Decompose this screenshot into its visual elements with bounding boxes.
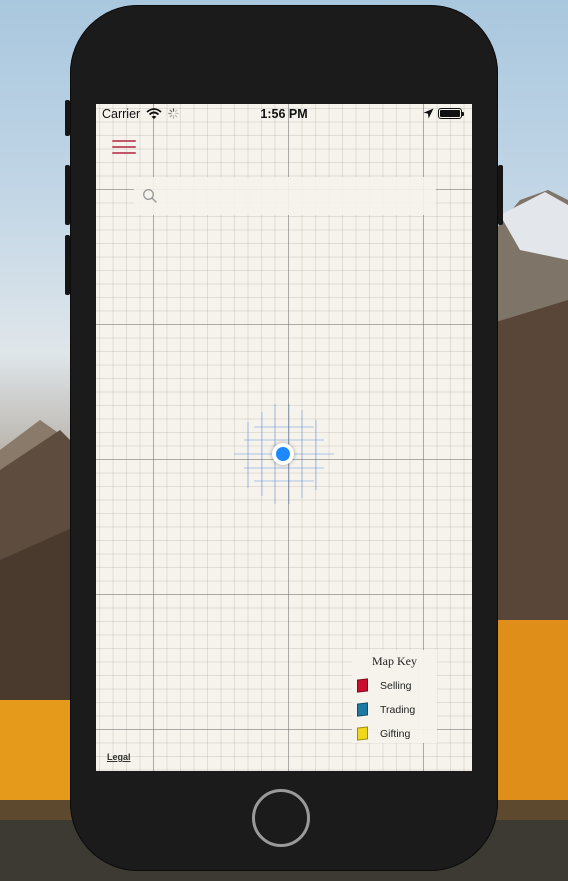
battery-icon bbox=[438, 108, 464, 119]
location-arrow-icon bbox=[423, 108, 434, 119]
book-icon-red bbox=[357, 678, 368, 693]
map-key-item-selling: Selling bbox=[352, 676, 437, 696]
map-key-item-trading: Trading bbox=[352, 700, 437, 720]
search-icon bbox=[143, 189, 157, 203]
home-button[interactable] bbox=[252, 789, 310, 847]
map-key-label: Selling bbox=[380, 680, 412, 692]
status-bar: Carrier 1:56 PM bbox=[96, 104, 472, 124]
map-key-item-gifting: Gifting bbox=[352, 724, 437, 744]
menu-line bbox=[112, 140, 136, 142]
status-time: 1:56 PM bbox=[260, 107, 308, 121]
map-key-label: Trading bbox=[380, 704, 416, 716]
book-icon-blue bbox=[357, 702, 368, 717]
menu-line bbox=[112, 152, 136, 154]
menu-line bbox=[112, 146, 136, 148]
search-input[interactable] bbox=[166, 185, 428, 209]
map-key-panel: Map Key Selling Trading Gifting bbox=[352, 650, 437, 743]
search-bar[interactable] bbox=[134, 177, 436, 215]
map-screen[interactable]: Carrier 1:56 PM Map Key Selling Trading … bbox=[96, 104, 472, 771]
power-button bbox=[498, 165, 503, 225]
book-icon-yellow bbox=[357, 726, 368, 741]
user-location-dot bbox=[272, 443, 294, 465]
hamburger-menu-button[interactable] bbox=[110, 138, 138, 158]
map-key-label: Gifting bbox=[380, 728, 411, 740]
legal-link[interactable]: Legal bbox=[107, 752, 131, 762]
volume-up-button bbox=[65, 165, 70, 225]
map-key-title: Map Key bbox=[372, 654, 417, 668]
volume-down-button bbox=[65, 235, 70, 295]
mute-switch bbox=[65, 100, 70, 136]
